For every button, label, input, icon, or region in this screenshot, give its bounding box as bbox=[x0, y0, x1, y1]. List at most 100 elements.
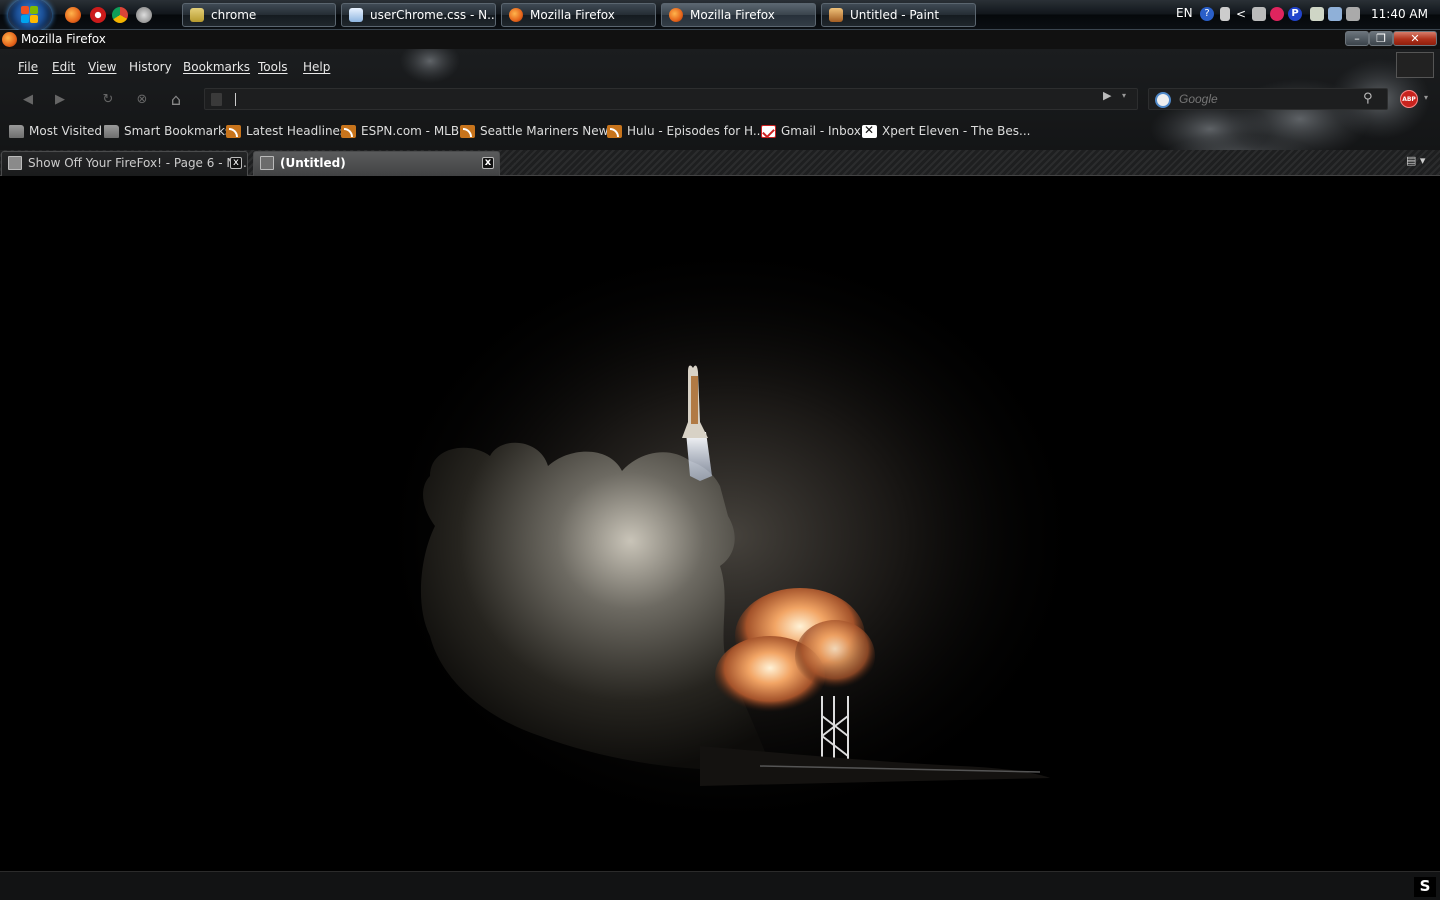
window-titlebar[interactable]: Mozilla Firefox – ❐ ✕ bbox=[0, 30, 1440, 49]
adblock-plus-icon[interactable]: ABP bbox=[1400, 90, 1418, 108]
firefox-quicklaunch-icon[interactable] bbox=[65, 7, 81, 23]
task-button-firefox-1[interactable]: Mozilla Firefox bbox=[501, 3, 656, 27]
search-bar[interactable] bbox=[1148, 88, 1388, 110]
bookmark-label: Seattle Mariners News bbox=[480, 124, 615, 138]
system-tray: EN ? < P 11:40 AM bbox=[1170, 0, 1440, 30]
p-app-icon[interactable]: P bbox=[1288, 7, 1302, 21]
network-icon[interactable] bbox=[1220, 7, 1230, 21]
firefox-icon bbox=[509, 8, 523, 22]
task-label: Mozilla Firefox bbox=[690, 8, 775, 22]
folder-icon bbox=[9, 125, 24, 138]
bookmarks-toolbar: Most Visited Smart Bookmarks Latest Head… bbox=[0, 121, 1440, 143]
bookmark-label: Latest Headlines bbox=[246, 124, 347, 138]
tab-label: Show Off Your FireFox! - Page 6 - N... bbox=[28, 156, 247, 170]
home-button[interactable]: ⌂ bbox=[162, 87, 190, 111]
firefox-icon bbox=[2, 32, 17, 47]
bookmark-most-visited[interactable]: Most Visited bbox=[9, 124, 102, 140]
url-bar[interactable] bbox=[204, 88, 1138, 110]
reload-button[interactable]: ↻ bbox=[94, 87, 122, 111]
status-bar: S bbox=[0, 871, 1440, 900]
folder-icon bbox=[104, 125, 119, 138]
menu-view[interactable]: View bbox=[88, 60, 116, 74]
rss-feed-icon bbox=[460, 125, 475, 138]
bookmark-label: Hulu - Episodes for H... bbox=[627, 124, 765, 138]
bookmark-label: Xpert Eleven - The Bes... bbox=[882, 124, 1031, 138]
firefox-icon bbox=[669, 8, 683, 22]
go-button[interactable]: ▶ bbox=[1103, 89, 1117, 103]
addon-s-icon[interactable]: S bbox=[1414, 877, 1436, 897]
bookmark-smart-bookmarks[interactable]: Smart Bookmarks bbox=[104, 124, 231, 140]
page-icon bbox=[211, 93, 222, 106]
monitor-icon[interactable] bbox=[1328, 7, 1342, 21]
clock[interactable]: 11:40 AM bbox=[1371, 7, 1428, 21]
maximize-button[interactable]: ❐ bbox=[1369, 31, 1393, 46]
url-history-dropdown[interactable]: ▾ bbox=[1122, 91, 1132, 101]
menu-bookmarks[interactable]: Bookmarks bbox=[183, 60, 250, 74]
start-button[interactable] bbox=[8, 0, 52, 32]
chevron-left-icon[interactable]: < bbox=[1236, 7, 1246, 21]
minimize-button[interactable]: – bbox=[1345, 31, 1369, 46]
rss-feed-icon bbox=[226, 125, 241, 138]
messenger-quicklaunch-icon[interactable] bbox=[136, 7, 152, 23]
url-input[interactable] bbox=[233, 91, 1093, 107]
gear-icon[interactable] bbox=[1270, 7, 1284, 21]
bookmark-label: ESPN.com - MLB bbox=[361, 124, 460, 138]
google-search-engine-icon[interactable] bbox=[1155, 92, 1171, 108]
throbber-icon bbox=[1396, 52, 1434, 78]
bookmark-gmail[interactable]: Gmail - Inbox bbox=[761, 124, 861, 140]
gmail-icon bbox=[761, 125, 776, 138]
menu-history[interactable]: History bbox=[129, 60, 172, 74]
tab-close-icon[interactable]: x bbox=[230, 157, 242, 169]
stop-button[interactable]: ⊗ bbox=[128, 87, 156, 111]
search-magnifier-icon[interactable]: ⚲ bbox=[1363, 91, 1379, 107]
menu-edit[interactable]: Edit bbox=[52, 60, 75, 74]
bookmark-seattle-mariners[interactable]: Seattle Mariners News bbox=[460, 124, 615, 140]
bookmark-espn-mlb[interactable]: ESPN.com - MLB bbox=[341, 124, 459, 140]
page-icon bbox=[8, 156, 22, 170]
task-button-notepad[interactable]: userChrome.css - N... bbox=[341, 3, 496, 27]
search-input[interactable] bbox=[1179, 91, 1359, 107]
task-button-paint[interactable]: Untitled - Paint bbox=[821, 3, 976, 27]
language-indicator[interactable]: EN bbox=[1176, 6, 1193, 20]
forward-button[interactable]: ▶ bbox=[46, 87, 74, 111]
bookmark-xpert-eleven[interactable]: Xpert Eleven - The Bes... bbox=[862, 123, 1031, 140]
volume-icon[interactable] bbox=[1252, 7, 1266, 21]
navigation-toolbar: ◀ ▶ ↻ ⊗ ⌂ ▶ ▾ ⚲ ABP ▾ bbox=[6, 85, 1440, 113]
list-all-tabs-button[interactable]: ▤ ▾ bbox=[1406, 154, 1430, 170]
back-button[interactable]: ◀ bbox=[14, 87, 42, 111]
menu-file[interactable]: File bbox=[18, 60, 38, 74]
paint-icon bbox=[829, 8, 843, 22]
space-shuttle-launch-photo bbox=[370, 236, 1090, 836]
tab-show-off-firefox[interactable]: Show Off Your FireFox! - Page 6 - N... x bbox=[1, 151, 248, 176]
bookmark-label: Gmail - Inbox bbox=[781, 124, 861, 138]
task-button-chrome[interactable]: chrome bbox=[182, 3, 336, 27]
tab-strip: Show Off Your FireFox! - Page 6 - N... x… bbox=[0, 150, 1440, 176]
chevron-down-icon[interactable]: ▾ bbox=[1424, 93, 1434, 102]
help-icon[interactable]: ? bbox=[1200, 7, 1214, 21]
speaker-icon[interactable] bbox=[1346, 7, 1360, 21]
bookmark-hulu[interactable]: Hulu - Episodes for H... bbox=[607, 124, 764, 140]
tab-label: (Untitled) bbox=[280, 156, 346, 170]
tab-untitled[interactable]: (Untitled) x bbox=[253, 151, 500, 176]
page-content[interactable] bbox=[0, 176, 1440, 871]
menu-help[interactable]: Help bbox=[303, 60, 330, 74]
rss-feed-icon bbox=[607, 125, 622, 138]
page-icon bbox=[260, 156, 274, 170]
task-label: Mozilla Firefox bbox=[530, 8, 615, 22]
windows-logo-icon bbox=[21, 6, 39, 24]
bookmark-latest-headlines[interactable]: Latest Headlines bbox=[226, 124, 346, 140]
task-label: userChrome.css - N... bbox=[370, 8, 496, 22]
battery-icon[interactable] bbox=[1310, 7, 1324, 21]
xpert-eleven-icon bbox=[862, 123, 877, 138]
window-title: Mozilla Firefox bbox=[21, 32, 106, 46]
task-label: chrome bbox=[211, 8, 257, 22]
close-button[interactable]: ✕ bbox=[1393, 31, 1437, 46]
task-label: Untitled - Paint bbox=[850, 8, 940, 22]
opera-quicklaunch-icon[interactable] bbox=[90, 7, 106, 23]
rss-feed-icon bbox=[341, 125, 356, 138]
task-button-firefox-2[interactable]: Mozilla Firefox bbox=[661, 3, 816, 27]
tab-close-icon[interactable]: x bbox=[482, 157, 494, 169]
menu-tools[interactable]: Tools bbox=[258, 60, 288, 74]
bookmark-label: Smart Bookmarks bbox=[124, 124, 232, 138]
chrome-quicklaunch-icon[interactable] bbox=[112, 7, 128, 23]
